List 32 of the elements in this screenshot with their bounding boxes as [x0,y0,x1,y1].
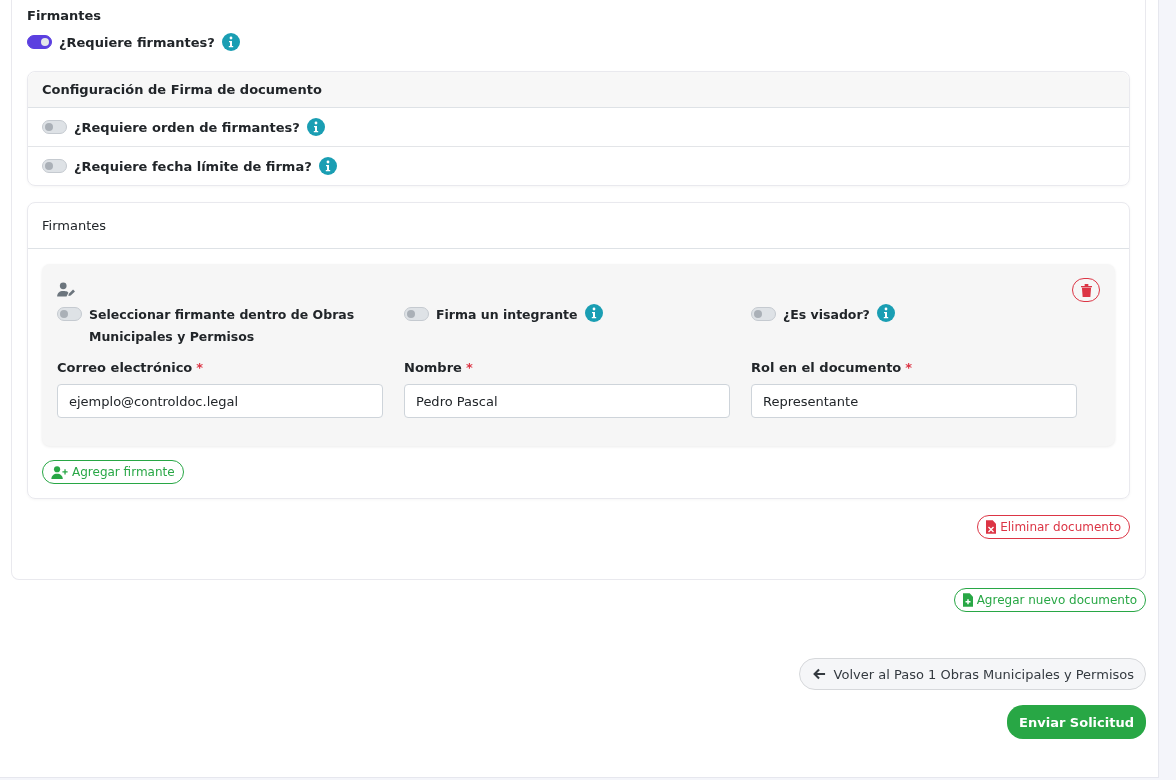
input-field[interactable]: Pedro Pascal [404,384,730,418]
user-edit-icon [57,282,76,297]
back-button[interactable]: Volver al Paso 1 Obras Municipales y Permisos [798,658,1146,690]
toggle-switch[interactable] [27,35,52,49]
field-label: Nombre [404,360,462,375]
toggle-label: ¿Requiere fecha límite de firma? [74,158,312,174]
field-label: Rol en el documento [751,360,902,375]
input-field[interactable]: Representante [751,384,1077,418]
section-title: Firmantes [27,8,103,23]
panel-title: Configuración de Firma de documento [28,72,1129,108]
trash-icon [1080,283,1092,297]
info-icon[interactable] [584,304,603,322]
arrow-left-icon [812,668,826,680]
toggle-label: ¿Es visador? [783,306,870,324]
info-icon[interactable] [221,33,240,51]
toggle-label: ¿Requiere firmantes? [59,34,215,50]
info-icon[interactable] [318,157,337,175]
toggle-label: Firma un integrante [436,306,578,324]
panel-title: Firmantes [28,203,1129,249]
delete-document-button[interactable]: Eliminar documento [977,515,1130,539]
toggle-label: Seleccionar firmante dentro de Obras Municipales y Permisos [89,306,356,346]
required-mark: * [196,360,204,375]
info-icon[interactable] [306,118,325,136]
file-plus-icon [962,593,973,607]
required-mark: * [465,360,473,375]
toggle-label: ¿Requiere orden de firmantes? [74,119,300,135]
info-icon[interactable] [876,304,895,322]
user-plus-icon [51,465,68,479]
required-mark: * [905,360,913,375]
file-x-icon [986,520,997,534]
input-field[interactable]: ejemplo@controldoc.legal [57,384,383,418]
field-label: Correo electrónico [57,360,193,375]
